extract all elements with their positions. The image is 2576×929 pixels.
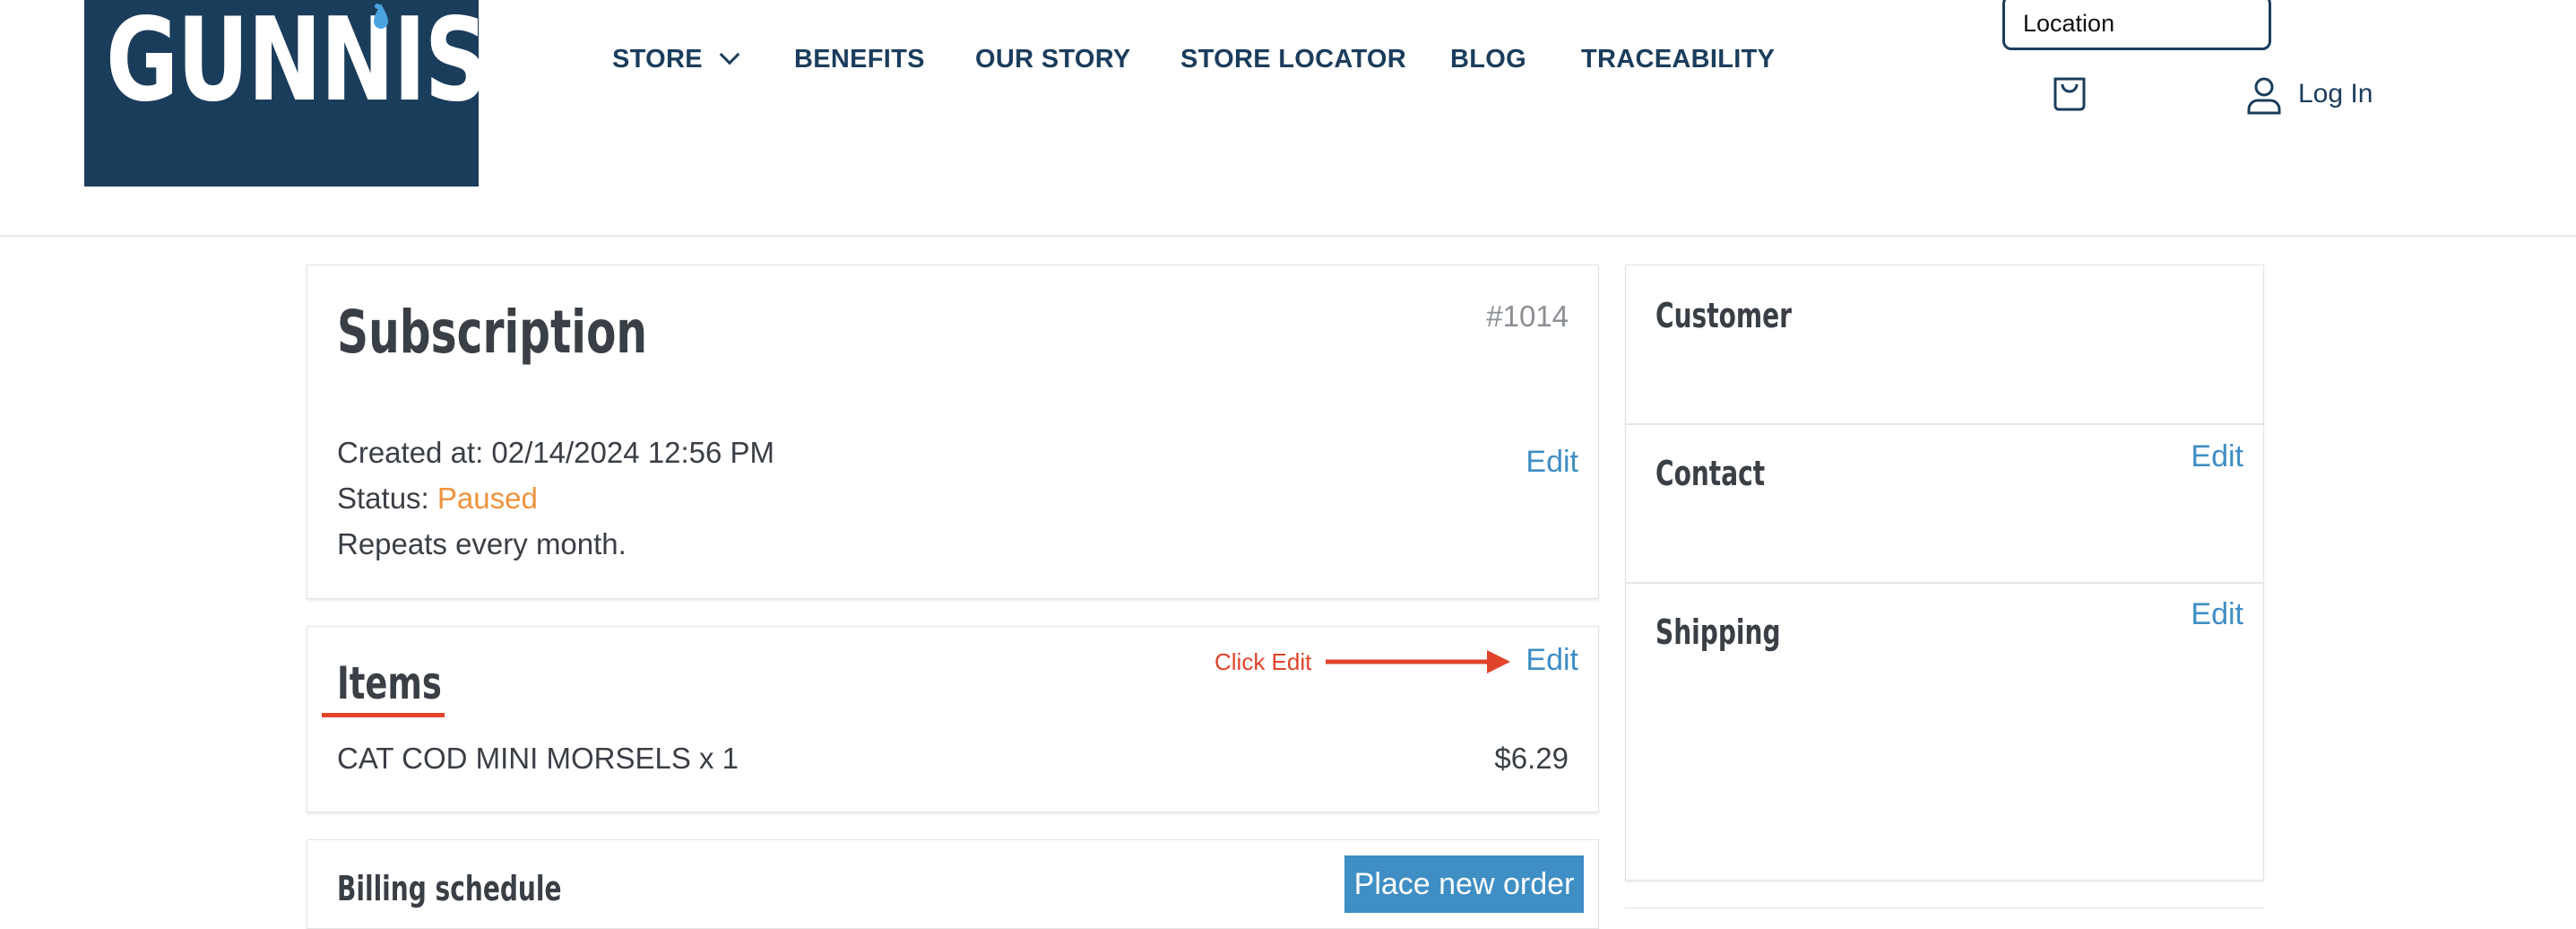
subscription-title: Subscription <box>337 298 648 367</box>
place-new-order-button[interactable]: Place new order <box>1344 855 1584 913</box>
click-edit-annotation: Click Edit <box>1215 648 1312 675</box>
contact-edit-link[interactable]: Edit <box>2191 439 2243 474</box>
header-divider <box>0 235 2576 237</box>
item-price: $6.29 <box>1494 742 1569 775</box>
registered-mark: ® <box>523 9 533 24</box>
brand-logo[interactable]: GUNNIS ® <box>84 0 533 187</box>
nav-store-locator[interactable]: STORE LOCATOR <box>1180 45 1406 74</box>
items-card: Items Click Edit Edit CAT COD MINI MORSE… <box>307 626 1599 812</box>
subscription-card: Subscription #1014 Created at: 02/14/202… <box>307 265 1599 599</box>
item-name: CAT COD MINI MORSELS x 1 <box>337 742 739 775</box>
contact-title: Contact <box>1655 454 1766 493</box>
status-label: Status: <box>337 482 429 515</box>
billing-title: Billing schedule <box>337 869 562 908</box>
nav-benefits[interactable]: BENEFITS <box>794 45 925 74</box>
repeats-text: Repeats every month. <box>337 527 627 560</box>
cart-icon[interactable] <box>2052 74 2088 113</box>
nav-store-label: STORE <box>612 45 703 74</box>
location-select[interactable]: Location <box>2002 0 2271 50</box>
shipping-title: Shipping <box>1655 612 1781 652</box>
shipping-edit-link[interactable]: Edit <box>2191 597 2243 632</box>
nav-traceability[interactable]: TRACEABILITY <box>1581 45 1775 74</box>
sidebar-divider <box>1626 423 2263 425</box>
status-value: Paused <box>437 482 538 515</box>
location-value: Location <box>2023 10 2115 37</box>
customer-sidebar-card: Customer Contact Edit Shipping Edit <box>1625 265 2264 881</box>
created-at: Created at: 02/14/2024 12:56 PM <box>337 436 775 469</box>
items-underline-annotation <box>322 713 445 717</box>
brand-logo-text: GUNNIS <box>106 0 488 127</box>
nav-store[interactable]: STORE <box>612 44 740 74</box>
chevron-down-icon <box>719 44 740 65</box>
login-link[interactable]: Log In <box>2298 79 2373 109</box>
customer-title: Customer <box>1655 296 1792 335</box>
sidebar-divider <box>1626 582 2263 584</box>
items-edit-link[interactable]: Edit <box>1526 643 1578 678</box>
water-drop-icon <box>374 4 388 29</box>
nav-blog[interactable]: BLOG <box>1450 45 1526 74</box>
subscription-number: #1014 <box>1486 300 1569 333</box>
nav-our-story[interactable]: OUR STORY <box>975 45 1131 74</box>
arrow-right-icon <box>1326 650 1510 673</box>
status-line: Status: Paused <box>337 482 538 516</box>
items-title: Items <box>337 657 442 709</box>
subscription-edit-link[interactable]: Edit <box>1526 445 1578 480</box>
user-icon[interactable] <box>2246 75 2282 115</box>
